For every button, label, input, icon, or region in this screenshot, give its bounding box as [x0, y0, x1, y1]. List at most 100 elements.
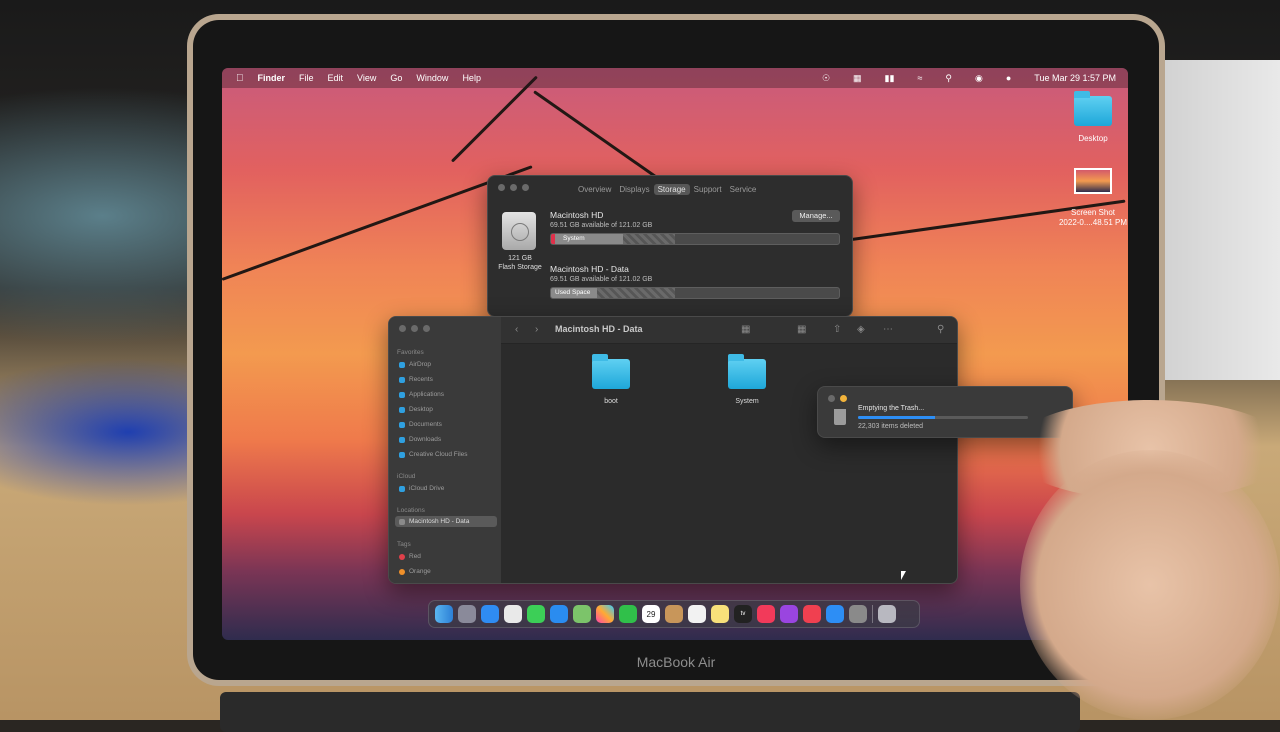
maps-icon[interactable]: [573, 605, 591, 623]
messages-icon[interactable]: [527, 605, 545, 623]
cloud-icon: [399, 485, 405, 492]
control-center-icon[interactable]: ◉: [975, 73, 983, 84]
tab-overview[interactable]: Overview: [574, 184, 615, 195]
tab-service[interactable]: Service: [726, 184, 761, 195]
news-icon[interactable]: [803, 605, 821, 623]
sidebar-section-favorites: Favorites: [397, 349, 424, 356]
menu-app-name[interactable]: Finder: [258, 73, 286, 83]
battery-icon[interactable]: ▮▮: [885, 73, 895, 84]
storage-bar: System: [550, 233, 840, 245]
safari-icon[interactable]: [481, 605, 499, 623]
sidebar-tag-orange[interactable]: Orange: [399, 568, 431, 575]
desktop-icon-screenshot[interactable]: Screen Shot 2022-0....48.51 PM: [1048, 168, 1128, 228]
storage-bar-label: System: [563, 235, 585, 242]
folder-icon: [399, 451, 405, 458]
desktop-icon-desktop-folder[interactable]: Desktop: [1048, 91, 1128, 143]
trash-icon[interactable]: [878, 605, 896, 623]
mail-icon[interactable]: [550, 605, 568, 623]
airdrop-icon: [399, 361, 405, 368]
storage-bar-marker: [551, 234, 555, 244]
tab-support[interactable]: Support: [690, 184, 726, 195]
view-grid-icon[interactable]: ▦: [741, 324, 750, 335]
sidebar-item-label: AirDrop: [409, 361, 432, 368]
launchpad-icon[interactable]: [458, 605, 476, 623]
zoom-button[interactable]: [423, 325, 430, 332]
menu-window[interactable]: Window: [416, 73, 448, 83]
close-button[interactable]: [498, 184, 505, 191]
apple-icon[interactable]: : [236, 73, 244, 84]
sidebar-item-applications[interactable]: Applications: [399, 391, 444, 398]
zoom-button[interactable]: [522, 184, 529, 191]
sidebar-item-creative-cloud[interactable]: Creative Cloud Files: [399, 451, 468, 458]
group-icon[interactable]: ▦: [797, 324, 806, 335]
siri-icon[interactable]: ●: [1006, 73, 1011, 83]
manage-button[interactable]: Manage...: [792, 210, 840, 222]
hard-drive-icon: [502, 212, 536, 250]
tab-displays[interactable]: Displays: [615, 184, 653, 195]
menu-go[interactable]: Go: [390, 73, 402, 83]
menu-help[interactable]: Help: [462, 73, 481, 83]
sidebar-item-label: Red: [409, 553, 421, 560]
photos-icon[interactable]: [596, 605, 614, 623]
back-icon[interactable]: ‹: [515, 324, 518, 335]
tab-storage[interactable]: Storage: [653, 184, 690, 195]
forward-icon[interactable]: ›: [535, 324, 538, 335]
laptop-brand: MacBook Air: [636, 654, 716, 670]
finder-icon[interactable]: [435, 605, 453, 623]
sidebar-item-label: Creative Cloud Files: [409, 451, 468, 458]
clock-icon: [399, 376, 405, 383]
menu-view[interactable]: View: [357, 73, 376, 83]
creative-cloud-icon[interactable]: ☉: [822, 73, 830, 84]
finder-toolbar: ‹ › Macintosh HD - Data ▦ ▦ ⇧ ◈ ⋯ ⚲: [501, 317, 957, 344]
contacts-icon[interactable]: [665, 605, 683, 623]
storage-bar-used: [551, 234, 623, 244]
background-wall: [1150, 60, 1280, 380]
finder-item-boot[interactable]: boot: [581, 354, 641, 405]
notes-icon[interactable]: [711, 605, 729, 623]
sidebar-item-documents[interactable]: Documents: [399, 421, 442, 428]
finder-item-label: System: [735, 398, 759, 405]
facetime-icon[interactable]: [619, 605, 637, 623]
document-icon: [399, 421, 405, 428]
menu-clock[interactable]: Tue Mar 29 1:57 PM: [1034, 73, 1116, 83]
trash-icon: [834, 409, 846, 425]
close-button[interactable]: [828, 395, 835, 402]
sidebar-item-label: Recents: [409, 376, 433, 383]
finder-item-label: boot: [604, 398, 618, 405]
finder-window: Favorites AirDrop Recents Applications D…: [388, 316, 958, 584]
share-icon[interactable]: ⇧: [833, 324, 841, 335]
minimize-button[interactable]: [510, 184, 517, 191]
sidebar-item-icloud-drive[interactable]: iCloud Drive: [399, 485, 444, 492]
sidebar-item-label: Desktop: [409, 406, 433, 413]
keyboard-icon[interactable]: ▦: [853, 73, 862, 84]
hand: [1020, 450, 1280, 720]
finder-item-system[interactable]: System: [717, 354, 777, 405]
minimize-button[interactable]: [411, 325, 418, 332]
desktop-icon-label: Desktop: [1078, 134, 1108, 143]
tag-icon[interactable]: ◈: [857, 324, 865, 335]
search-icon[interactable]: ⚲: [945, 73, 952, 84]
menu-file[interactable]: File: [299, 73, 314, 83]
menu-edit[interactable]: Edit: [328, 73, 344, 83]
calendar-icon[interactable]: 29: [642, 605, 660, 623]
sidebar-item-desktop[interactable]: Desktop: [399, 406, 433, 413]
reminders-icon[interactable]: [688, 605, 706, 623]
app-store-icon[interactable]: [826, 605, 844, 623]
sidebar-section-icloud: iCloud: [397, 473, 416, 480]
system-preferences-icon[interactable]: [849, 605, 867, 623]
sidebar-tag-red[interactable]: Red: [399, 553, 421, 560]
sidebar-item-macintosh-hd-data[interactable]: Macintosh HD - Data: [395, 516, 497, 527]
minimize-button[interactable]: [840, 395, 847, 402]
close-button[interactable]: [399, 325, 406, 332]
sidebar-item-airdrop[interactable]: AirDrop: [399, 361, 431, 368]
chrome-icon[interactable]: [504, 605, 522, 623]
podcasts-icon[interactable]: [780, 605, 798, 623]
search-icon[interactable]: ⚲: [937, 324, 944, 335]
sidebar-item-downloads[interactable]: Downloads: [399, 436, 441, 443]
sidebar-item-recents[interactable]: Recents: [399, 376, 433, 383]
apple-tv-icon[interactable]: tv: [734, 605, 752, 623]
download-icon: [399, 436, 405, 443]
more-actions-icon[interactable]: ⋯: [883, 324, 893, 335]
wifi-icon[interactable]: ≈: [917, 73, 922, 83]
music-icon[interactable]: [757, 605, 775, 623]
